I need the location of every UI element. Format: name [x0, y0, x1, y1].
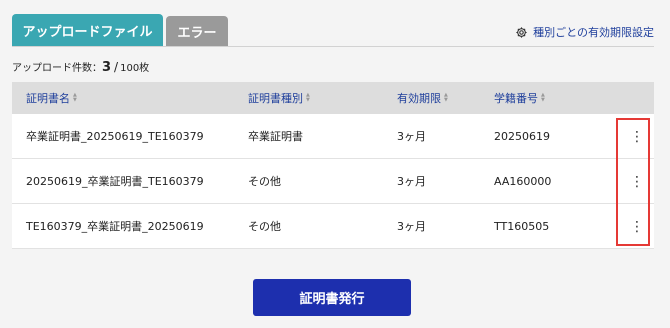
tab-bar: アップロードファイル エラー [12, 14, 228, 46]
column-header-student-id[interactable]: 学籍番号 ▲ ▼ [494, 90, 545, 106]
highlight-box [616, 118, 650, 246]
sort-icon: ▲ ▼ [541, 92, 545, 103]
cell-validity: 3ヶ月 [397, 130, 426, 143]
upload-count-separator: / [114, 60, 119, 74]
upload-count-max: 100枚 [120, 63, 150, 74]
cell-name: 20250619_卒業証明書_TE160379 [26, 175, 204, 188]
sort-icon: ▲ ▼ [444, 92, 448, 103]
upload-count-current: 3 [102, 60, 112, 75]
tab-divider [12, 46, 654, 47]
cell-student-id: AA160000 [494, 174, 552, 188]
upload-count-label: アップロード件数： [12, 63, 102, 74]
certificate-table: 証明書名 ▲ ▼ 証明書種別 ▲ ▼ 有効期限 ▲ ▼ 学籍番号 ▲ ▼ 卒業証明書_2… [12, 82, 654, 249]
cell-type: 卒業証明書 [248, 130, 303, 143]
cell-student-id: 20250619 [494, 129, 550, 143]
sort-icon: ▲ ▼ [73, 92, 77, 103]
cell-name: TE160379_卒業証明書_20250619 [26, 220, 204, 233]
table-row: TE160379_卒業証明書_20250619 その他 3ヶ月 TT160505… [12, 204, 654, 249]
column-header-student-id-label: 学籍番号 [494, 92, 538, 105]
table-row: 卒業証明書_20250619_TE160379 卒業証明書 3ヶ月 202506… [12, 114, 654, 159]
column-header-name[interactable]: 証明書名 ▲ ▼ [26, 90, 77, 106]
cell-type: その他 [248, 220, 281, 233]
upload-count: アップロード件数： 3 / 100枚 [12, 59, 149, 75]
gear-icon [516, 26, 527, 38]
column-header-validity[interactable]: 有効期限 ▲ ▼ [397, 90, 448, 106]
issue-certificate-button[interactable]: 証明書発行 [253, 279, 411, 316]
cell-name: 卒業証明書_20250619_TE160379 [26, 130, 204, 143]
sort-icon: ▲ ▼ [306, 92, 310, 103]
tab-upload-files[interactable]: アップロードファイル [12, 14, 163, 46]
column-header-validity-label: 有効期限 [397, 92, 441, 105]
column-header-type-label: 証明書種別 [248, 92, 303, 105]
cell-validity: 3ヶ月 [397, 220, 426, 233]
expiry-settings-link[interactable]: 種別ごとの有効期限設定 [515, 24, 654, 40]
column-header-type[interactable]: 証明書種別 ▲ ▼ [248, 90, 310, 106]
cell-validity: 3ヶ月 [397, 175, 426, 188]
table-header: 証明書名 ▲ ▼ 証明書種別 ▲ ▼ 有効期限 ▲ ▼ 学籍番号 ▲ ▼ [12, 82, 654, 114]
cell-type: その他 [248, 175, 281, 188]
expiry-settings-label: 種別ごとの有効期限設定 [533, 26, 654, 39]
tab-errors[interactable]: エラー [166, 16, 228, 46]
column-header-name-label: 証明書名 [26, 92, 70, 105]
cell-student-id: TT160505 [494, 219, 550, 233]
table-row: 20250619_卒業証明書_TE160379 その他 3ヶ月 AA160000… [12, 159, 654, 204]
